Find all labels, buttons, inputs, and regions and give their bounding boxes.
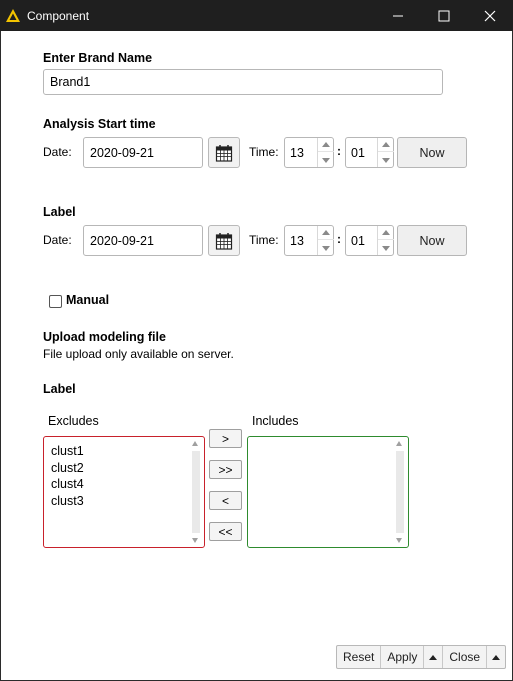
minimize-button[interactable]	[375, 0, 421, 31]
spin-down-icon[interactable]	[378, 153, 394, 167]
includes-scrollbar[interactable]	[394, 439, 406, 545]
analysis-start-calendar-button[interactable]	[208, 137, 240, 168]
time-separator: :	[337, 144, 341, 158]
list-item[interactable]: clust2	[51, 460, 84, 477]
hour-value: 13	[290, 234, 304, 248]
excludes-scrollbar[interactable]	[190, 439, 202, 545]
scroll-down-icon[interactable]	[396, 538, 402, 543]
manual-checkbox[interactable]	[49, 295, 62, 308]
calendar-icon	[215, 144, 233, 162]
analysis-start-now-button[interactable]: Now	[397, 137, 467, 168]
manual-label: Manual	[66, 293, 110, 307]
excludes-list[interactable]: clust1 clust2 clust4 clust3	[43, 436, 205, 548]
maximize-button[interactable]	[421, 0, 467, 31]
add-all-button[interactable]: >>	[209, 460, 242, 479]
spin-up-icon[interactable]	[318, 226, 334, 240]
reset-button[interactable]: Reset	[337, 646, 382, 668]
analysis-start-minute-spinner[interactable]: 01	[345, 137, 394, 168]
filter-label: Label	[43, 382, 76, 396]
label-date-input[interactable]: 2020-09-21	[83, 225, 203, 256]
add-button[interactable]: >	[209, 429, 242, 448]
time-label: Time:	[249, 145, 279, 159]
brand-name-value: Brand1	[50, 75, 91, 89]
analysis-start-date-value: 2020-09-21	[90, 145, 154, 160]
label-calendar-button[interactable]	[208, 225, 240, 256]
list-item[interactable]: clust1	[51, 443, 84, 460]
time-separator: :	[337, 232, 341, 246]
knime-logo-icon	[5, 7, 23, 25]
label-hour-spinner[interactable]: 13	[284, 225, 334, 256]
upload-label: Upload modeling file	[43, 330, 166, 344]
caret-up-icon	[429, 654, 438, 660]
caret-up-icon	[492, 654, 501, 660]
scroll-up-icon[interactable]	[396, 441, 402, 446]
spin-down-icon[interactable]	[318, 153, 334, 167]
analysis-start-date-input[interactable]: 2020-09-21	[83, 137, 203, 168]
spin-down-icon[interactable]	[378, 241, 394, 255]
includes-title: Includes	[252, 414, 299, 428]
title-bar: Component	[0, 0, 513, 31]
spinner-arrows	[377, 226, 394, 255]
scroll-track[interactable]	[192, 451, 200, 533]
close-window-button[interactable]	[467, 0, 513, 31]
footer-button-group: Reset Apply Close	[336, 645, 507, 669]
spinner-arrows	[317, 226, 334, 255]
apply-button[interactable]: Apply	[381, 646, 425, 668]
minute-value: 01	[351, 146, 365, 160]
label-now-button[interactable]: Now	[397, 225, 467, 256]
close-button[interactable]: Close	[443, 646, 488, 668]
analysis-start-hour-spinner[interactable]: 13	[284, 137, 334, 168]
spinner-arrows	[317, 138, 334, 167]
list-item[interactable]: clust3	[51, 493, 84, 510]
remove-all-button[interactable]: <<	[209, 522, 242, 541]
brand-name-label: Enter Brand Name	[43, 51, 153, 65]
spin-down-icon[interactable]	[318, 241, 334, 255]
date-label: Date:	[43, 145, 72, 159]
excludes-items: clust1 clust2 clust4 clust3	[51, 443, 84, 509]
minute-value: 01	[351, 234, 365, 248]
label-section-label: Label	[43, 205, 76, 219]
date-label: Date:	[43, 233, 72, 247]
time-label: Time:	[249, 233, 279, 247]
window-title: Component	[27, 8, 90, 23]
includes-list[interactable]	[247, 436, 409, 548]
remove-button[interactable]: <	[209, 491, 242, 510]
apply-options-button[interactable]	[424, 646, 444, 668]
calendar-icon	[215, 232, 233, 250]
scroll-up-icon[interactable]	[192, 441, 198, 446]
spin-up-icon[interactable]	[378, 226, 394, 240]
brand-name-input[interactable]: Brand1	[43, 69, 443, 95]
excludes-title: Excludes	[48, 414, 99, 428]
spin-up-icon[interactable]	[318, 138, 334, 152]
close-options-button[interactable]	[487, 646, 505, 668]
spin-up-icon[interactable]	[378, 138, 394, 152]
scroll-down-icon[interactable]	[192, 538, 198, 543]
list-item[interactable]: clust4	[51, 476, 84, 493]
analysis-start-label: Analysis Start time	[43, 117, 156, 131]
upload-note: File upload only available on server.	[43, 347, 234, 361]
scroll-track[interactable]	[396, 451, 404, 533]
label-date-value: 2020-09-21	[90, 233, 154, 248]
hour-value: 13	[290, 146, 304, 160]
label-minute-spinner[interactable]: 01	[345, 225, 394, 256]
spinner-arrows	[377, 138, 394, 167]
